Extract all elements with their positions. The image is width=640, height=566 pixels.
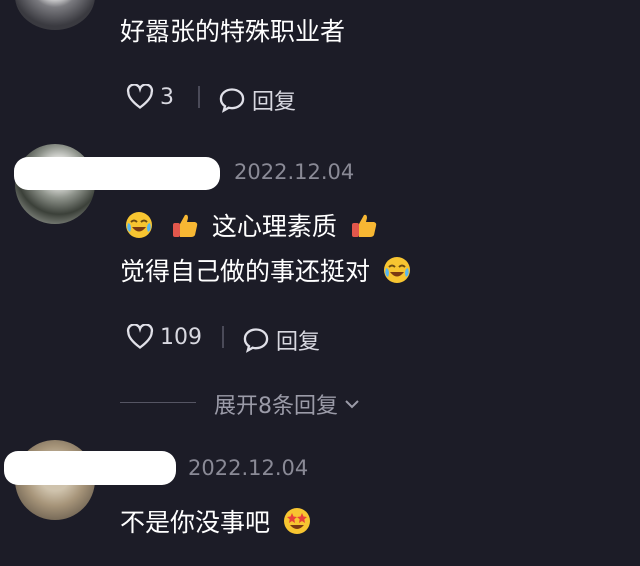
- reply-label: 回复: [276, 330, 321, 355]
- comment-text: 好嚣张的特殊职业者: [120, 17, 346, 46]
- like-button[interactable]: 3: [126, 84, 174, 110]
- comment-date: 2022.12.04: [234, 160, 355, 184]
- like-count: 109: [160, 324, 202, 350]
- chevron-down-icon: [345, 400, 359, 409]
- speech-bubble-icon: [243, 328, 269, 353]
- heart-outline-icon: [126, 324, 154, 349]
- speech-bubble-icon: [219, 88, 245, 113]
- like-count: 3: [160, 84, 174, 110]
- comment-text: 这心理素质: [120, 207, 383, 247]
- crying-laughing-emoji: [126, 212, 152, 238]
- thumbs-up-emoji: [351, 214, 377, 237]
- comment-text: 不是你没事吧: [120, 503, 316, 543]
- comment-text-line1: 这心理素质: [211, 212, 337, 241]
- expand-replies-label: 展开8条回复: [214, 394, 338, 419]
- crying-laughing-emoji: [383, 257, 410, 283]
- thumbs-up-emoji: [172, 214, 198, 237]
- username-redacted[interactable]: [4, 451, 176, 485]
- reply-button[interactable]: 回复: [242, 324, 320, 356]
- username-redacted[interactable]: [14, 157, 220, 190]
- comment-text: 觉得自己做的事还挺对: [120, 252, 416, 292]
- comment-date: 2022.12.04: [188, 456, 309, 480]
- divider: [222, 326, 224, 348]
- comment-text-body: 不是你没事吧: [120, 508, 271, 537]
- expand-replies-button[interactable]: 展开8条回复: [214, 388, 362, 420]
- divider-line: [120, 402, 196, 403]
- like-button[interactable]: 109: [126, 324, 202, 350]
- divider: [198, 86, 200, 108]
- heart-outline-icon: [126, 84, 154, 109]
- reply-label: 回复: [252, 90, 297, 115]
- comment-text-line2: 觉得自己做的事还挺对: [120, 257, 371, 286]
- star-struck-emoji: [283, 508, 310, 534]
- avatar[interactable]: [15, 0, 95, 30]
- reply-button[interactable]: 回复: [218, 84, 296, 116]
